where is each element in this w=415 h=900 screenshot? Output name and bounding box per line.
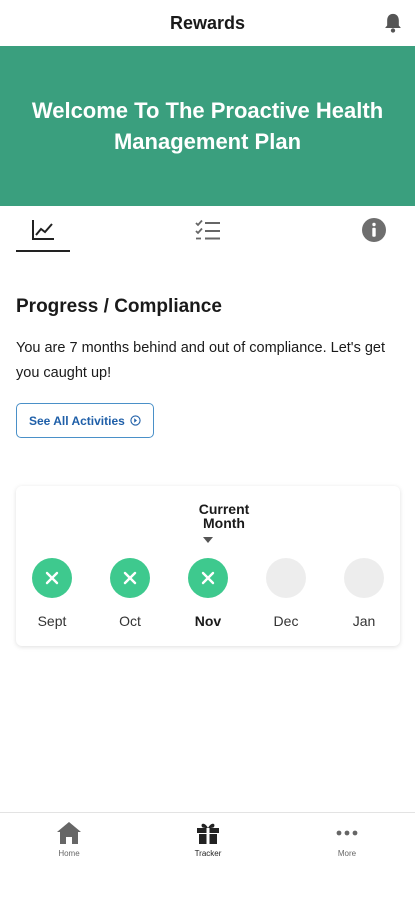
close-icon bbox=[45, 571, 59, 585]
bottom-nav: Home Tracker More bbox=[0, 812, 415, 900]
current-month-label: Current Month bbox=[198, 501, 250, 531]
nav-more[interactable]: More bbox=[302, 821, 392, 858]
tab-progress[interactable] bbox=[16, 206, 70, 254]
info-icon bbox=[362, 218, 386, 242]
nav-tracker[interactable]: Tracker bbox=[163, 821, 253, 858]
caret-down-icon bbox=[203, 537, 213, 543]
month-item[interactable]: Dec bbox=[256, 558, 316, 629]
upcoming-status-dot bbox=[266, 558, 306, 598]
top-bar: Rewards bbox=[0, 0, 415, 46]
month-label: Sept bbox=[37, 613, 67, 629]
nav-home-label: Home bbox=[58, 849, 80, 858]
month-label: Oct bbox=[119, 613, 141, 629]
tab-activities[interactable] bbox=[184, 206, 232, 254]
circle-arrow-icon bbox=[130, 415, 141, 426]
monthly-tracker-card: Current Month Sept Oct Nov Dec Jan bbox=[16, 486, 400, 646]
see-all-activities-button[interactable]: See All Activities bbox=[16, 403, 154, 438]
see-all-label: See All Activities bbox=[29, 413, 125, 428]
nav-home[interactable]: Home bbox=[24, 821, 114, 858]
month-label: Dec bbox=[273, 613, 299, 629]
missed-status-dot bbox=[110, 558, 150, 598]
month-item[interactable]: Sept bbox=[22, 558, 82, 629]
checklist-icon bbox=[195, 219, 220, 240]
bell-icon[interactable] bbox=[383, 12, 403, 34]
missed-status-dot bbox=[188, 558, 228, 598]
month-item[interactable]: Oct bbox=[100, 558, 160, 629]
month-item-current[interactable]: Nov bbox=[178, 558, 238, 629]
line-chart-icon bbox=[32, 220, 54, 240]
progress-section: Progress / Compliance You are 7 months b… bbox=[0, 296, 415, 438]
month-label: Nov bbox=[194, 613, 222, 629]
section-title: Progress / Compliance bbox=[16, 296, 222, 317]
nav-more-label: More bbox=[337, 849, 357, 858]
tab-info[interactable] bbox=[350, 206, 398, 254]
page-title: Rewards bbox=[169, 12, 246, 33]
banner-title: Welcome To The Proactive Health Manageme… bbox=[31, 98, 384, 154]
home-icon bbox=[57, 822, 81, 844]
gift-icon bbox=[197, 823, 219, 844]
close-icon bbox=[123, 571, 137, 585]
tab-bar bbox=[0, 206, 415, 254]
missed-status-dot bbox=[32, 558, 72, 598]
month-label: Jan bbox=[352, 613, 376, 629]
welcome-banner: Welcome To The Proactive Health Manageme… bbox=[0, 46, 415, 206]
nav-tracker-label: Tracker bbox=[194, 849, 222, 858]
compliance-message: You are 7 months behind and out of compl… bbox=[16, 340, 386, 381]
month-item[interactable]: Jan bbox=[334, 558, 394, 629]
upcoming-status-dot bbox=[344, 558, 384, 598]
more-dots-icon bbox=[336, 830, 358, 836]
close-icon bbox=[201, 571, 215, 585]
